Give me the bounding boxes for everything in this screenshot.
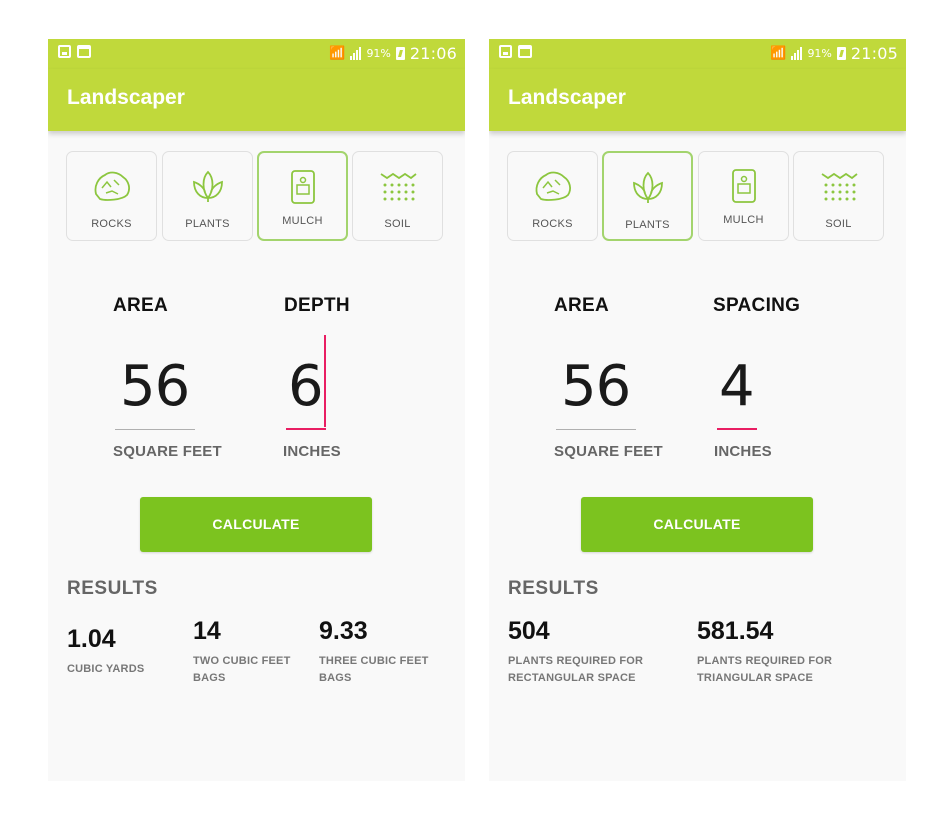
spacing-input-underline: [717, 428, 757, 430]
result-two-cuft-bags-value: 14: [193, 617, 221, 645]
result-three-cuft-bags-label: THREE CUBIC FEET BAGS: [319, 655, 429, 684]
app-title: Landscaper: [508, 86, 626, 109]
spacing-input[interactable]: 4: [719, 354, 755, 419]
tile-label: PLANTS: [625, 219, 670, 231]
tile-rocks[interactable]: ROCKS: [66, 151, 157, 241]
plant-icon: [632, 171, 663, 203]
tile-plants[interactable]: PLANTS: [162, 151, 253, 241]
result-cubic-yards-label: CUBIC YARDS: [67, 663, 145, 675]
area-input-underline: [115, 429, 195, 430]
status-bar: 📶 91% 21:06: [48, 39, 465, 69]
bag-notification-icon: [77, 45, 91, 58]
calculate-button[interactable]: CALCULATE: [140, 497, 372, 552]
app-title: Landscaper: [67, 86, 185, 109]
results-heading: RESULTS: [508, 578, 599, 599]
result-triangular-value: 581.54: [697, 617, 774, 645]
app-bar: Landscaper: [489, 69, 906, 131]
area-label: AREA: [554, 295, 610, 316]
spacing-label: SPACING: [713, 295, 801, 316]
calculate-button[interactable]: CALCULATE: [581, 497, 813, 552]
mulch-bag-icon: [731, 169, 756, 203]
tile-label: PLANTS: [185, 218, 230, 230]
app-bar: Landscaper: [48, 69, 465, 131]
text-cursor: [324, 335, 326, 427]
wifi-icon: 📶: [329, 46, 346, 61]
tile-label: MULCH: [723, 214, 764, 226]
result-three-cuft-bags-value: 9.33: [319, 617, 368, 645]
gallery-notification-icon: [499, 45, 512, 58]
depth-unit: INCHES: [283, 443, 341, 460]
tile-mulch[interactable]: MULCH: [257, 151, 348, 241]
tile-plants[interactable]: PLANTS: [602, 151, 693, 241]
wifi-icon: 📶: [770, 46, 787, 61]
tile-mulch[interactable]: MULCH: [698, 151, 789, 241]
tile-label: SOIL: [384, 218, 411, 230]
status-bar: 📶 91% 21:05: [489, 39, 906, 69]
plant-icon: [192, 170, 223, 202]
mulch-bag-icon: [290, 170, 315, 204]
depth-input[interactable]: 6: [288, 354, 324, 419]
tile-soil[interactable]: SOIL: [352, 151, 443, 241]
area-input[interactable]: 56: [120, 354, 190, 419]
depth-label: DEPTH: [284, 295, 350, 316]
result-triangular-label: PLANTS REQUIRED FOR TRIANGULAR SPACE: [697, 655, 833, 684]
tile-rocks[interactable]: ROCKS: [507, 151, 598, 241]
status-time: 21:06: [409, 44, 457, 63]
gallery-notification-icon: [58, 45, 71, 58]
tile-label: ROCKS: [532, 218, 573, 230]
status-time: 21:05: [850, 44, 898, 63]
battery-charging-icon: [836, 47, 846, 60]
result-rectangular-label: PLANTS REQUIRED FOR RECTANGULAR SPACE: [508, 655, 644, 684]
phone-screen-mulch: 📶 91% 21:06 Landscaper ROCKS PLANTS MULC…: [48, 39, 465, 781]
area-label: AREA: [113, 295, 169, 316]
tile-label: MULCH: [282, 215, 323, 227]
battery-percent: 91%: [807, 47, 832, 60]
result-two-cuft-bags-label: TWO CUBIC FEET BAGS: [193, 655, 291, 684]
area-input-underline: [556, 429, 636, 430]
tile-label: ROCKS: [91, 218, 132, 230]
tile-label: SOIL: [825, 218, 852, 230]
depth-input-underline: [286, 428, 326, 430]
signal-icon: [350, 47, 362, 60]
result-cubic-yards-value: 1.04: [67, 625, 116, 653]
area-input[interactable]: 56: [561, 354, 631, 419]
phone-screen-plants: 📶 91% 21:05 Landscaper ROCKS PLANTS MULC…: [489, 39, 906, 781]
bag-notification-icon: [518, 45, 532, 58]
battery-charging-icon: [395, 47, 405, 60]
soil-icon: [821, 172, 858, 201]
signal-icon: [791, 47, 803, 60]
rock-icon: [535, 171, 571, 201]
spacing-unit: INCHES: [714, 443, 772, 460]
rock-icon: [94, 171, 130, 201]
battery-percent: 91%: [366, 47, 391, 60]
soil-icon: [380, 172, 417, 201]
area-unit: SQUARE FEET: [113, 443, 222, 460]
result-rectangular-value: 504: [508, 617, 550, 645]
area-unit: SQUARE FEET: [554, 443, 663, 460]
tile-soil[interactable]: SOIL: [793, 151, 884, 241]
results-heading: RESULTS: [67, 578, 158, 599]
